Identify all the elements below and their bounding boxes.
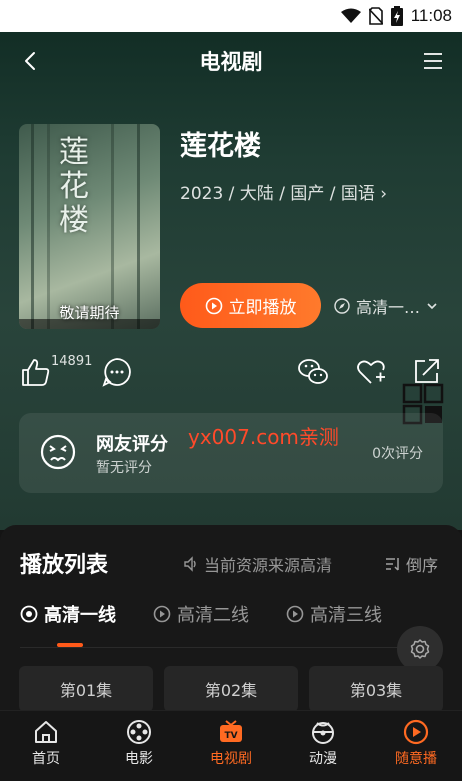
tab-line-1-label: 高清一线 bbox=[44, 605, 116, 626]
nav-movie-label: 电影 bbox=[125, 751, 153, 767]
play-circle-icon bbox=[403, 719, 429, 745]
play-circle-icon bbox=[205, 297, 222, 314]
tab-divider bbox=[20, 647, 442, 648]
nav-tv[interactable]: TV 电视剧 bbox=[196, 719, 266, 768]
poster-title: 莲花楼 bbox=[59, 135, 89, 238]
poster-footer bbox=[19, 319, 160, 329]
episode-button[interactable]: 第03集 bbox=[309, 666, 443, 712]
nav-random-label: 随意播 bbox=[395, 751, 437, 767]
share-icon[interactable] bbox=[413, 357, 441, 385]
show-meta-text: 2023 / 大陆 / 国产 / 国语 bbox=[180, 184, 375, 204]
status-bar: 11:08 bbox=[0, 0, 462, 32]
tab-line-2-label: 高清二线 bbox=[177, 605, 249, 626]
svg-text:TV: TV bbox=[224, 731, 237, 741]
play-circle-icon bbox=[20, 605, 38, 623]
favorite-add-icon[interactable] bbox=[356, 357, 386, 387]
menu-icon[interactable] bbox=[422, 50, 444, 72]
nav-anime[interactable]: 动漫 bbox=[288, 719, 358, 768]
wechat-icon[interactable] bbox=[297, 357, 329, 387]
show-poster[interactable]: 莲花楼 敬请期待 bbox=[19, 124, 160, 329]
sort-icon bbox=[386, 558, 399, 571]
nav-home[interactable]: 首页 bbox=[11, 719, 81, 768]
play-now-button[interactable]: 立即播放 bbox=[180, 283, 321, 328]
comment-icon[interactable] bbox=[102, 357, 132, 387]
sort-label: 倒序 bbox=[406, 556, 439, 575]
speaker-icon bbox=[184, 556, 196, 572]
show-meta[interactable]: 2023 / 大陆 / 国产 / 国语 › bbox=[180, 179, 387, 204]
like-count: 14891 bbox=[51, 354, 93, 369]
show-title: 莲花楼 bbox=[180, 131, 261, 162]
poster-bamboo bbox=[137, 124, 140, 329]
sad-face-icon bbox=[40, 434, 76, 470]
sort-button[interactable]: 倒序 bbox=[385, 552, 438, 576]
thumbs-up-icon[interactable] bbox=[20, 356, 52, 388]
play-now-label: 立即播放 bbox=[228, 298, 297, 318]
poster-bamboo bbox=[111, 124, 114, 329]
rating-subtitle: 暂无评分 bbox=[96, 460, 152, 476]
status-time: 11:08 bbox=[410, 6, 452, 25]
poster-bamboo bbox=[31, 124, 34, 329]
tab-line-1[interactable]: 高清一线 bbox=[20, 601, 116, 627]
film-reel-icon bbox=[127, 720, 151, 744]
tab-line-3[interactable]: 高清三线 bbox=[286, 601, 382, 627]
episode-button[interactable]: 第01集 bbox=[19, 666, 153, 712]
rating-title: 网友评分 bbox=[96, 434, 168, 455]
watermark-text: yx007.com亲测 bbox=[188, 425, 339, 449]
nav-tv-label: 电视剧 bbox=[210, 751, 252, 767]
nav-movie[interactable]: 电影 bbox=[104, 719, 174, 768]
play-circle-icon bbox=[153, 605, 171, 623]
chevron-down-icon bbox=[427, 303, 437, 310]
bottom-nav: 首页 电影 TV 电视剧 动漫 随意播 bbox=[0, 710, 462, 781]
compass-icon bbox=[334, 298, 350, 314]
poster-bamboo bbox=[47, 124, 50, 329]
page-title: 电视剧 bbox=[199, 50, 263, 74]
tv-icon: TV bbox=[220, 720, 242, 742]
nav-anime-label: 动漫 bbox=[309, 751, 337, 767]
quality-label: 高清一… bbox=[356, 298, 421, 317]
nav-home-label: 首页 bbox=[32, 751, 60, 767]
anime-icon bbox=[312, 722, 334, 744]
tab-line-3-label: 高清三线 bbox=[310, 605, 382, 626]
playlist-title: 播放列表 bbox=[20, 553, 109, 578]
no-sim-icon bbox=[368, 7, 383, 25]
tab-line-2[interactable]: 高清二线 bbox=[153, 601, 249, 627]
wifi-icon bbox=[340, 8, 361, 23]
source-note: 当前资源来源高清 bbox=[183, 552, 345, 576]
home-icon bbox=[35, 721, 57, 743]
quality-select[interactable]: 高清一… bbox=[334, 294, 438, 318]
app-header: 电视剧 bbox=[0, 32, 462, 90]
rating-count: 0次评分 bbox=[372, 446, 423, 462]
nav-random[interactable]: 随意播 bbox=[381, 719, 451, 768]
play-circle-icon bbox=[286, 605, 304, 623]
gear-icon bbox=[410, 639, 430, 659]
battery-charging-icon bbox=[390, 6, 403, 26]
chevron-right-icon: › bbox=[380, 184, 388, 204]
episode-button[interactable]: 第02集 bbox=[164, 666, 298, 712]
source-note-text: 当前资源来源高清 bbox=[204, 556, 333, 575]
